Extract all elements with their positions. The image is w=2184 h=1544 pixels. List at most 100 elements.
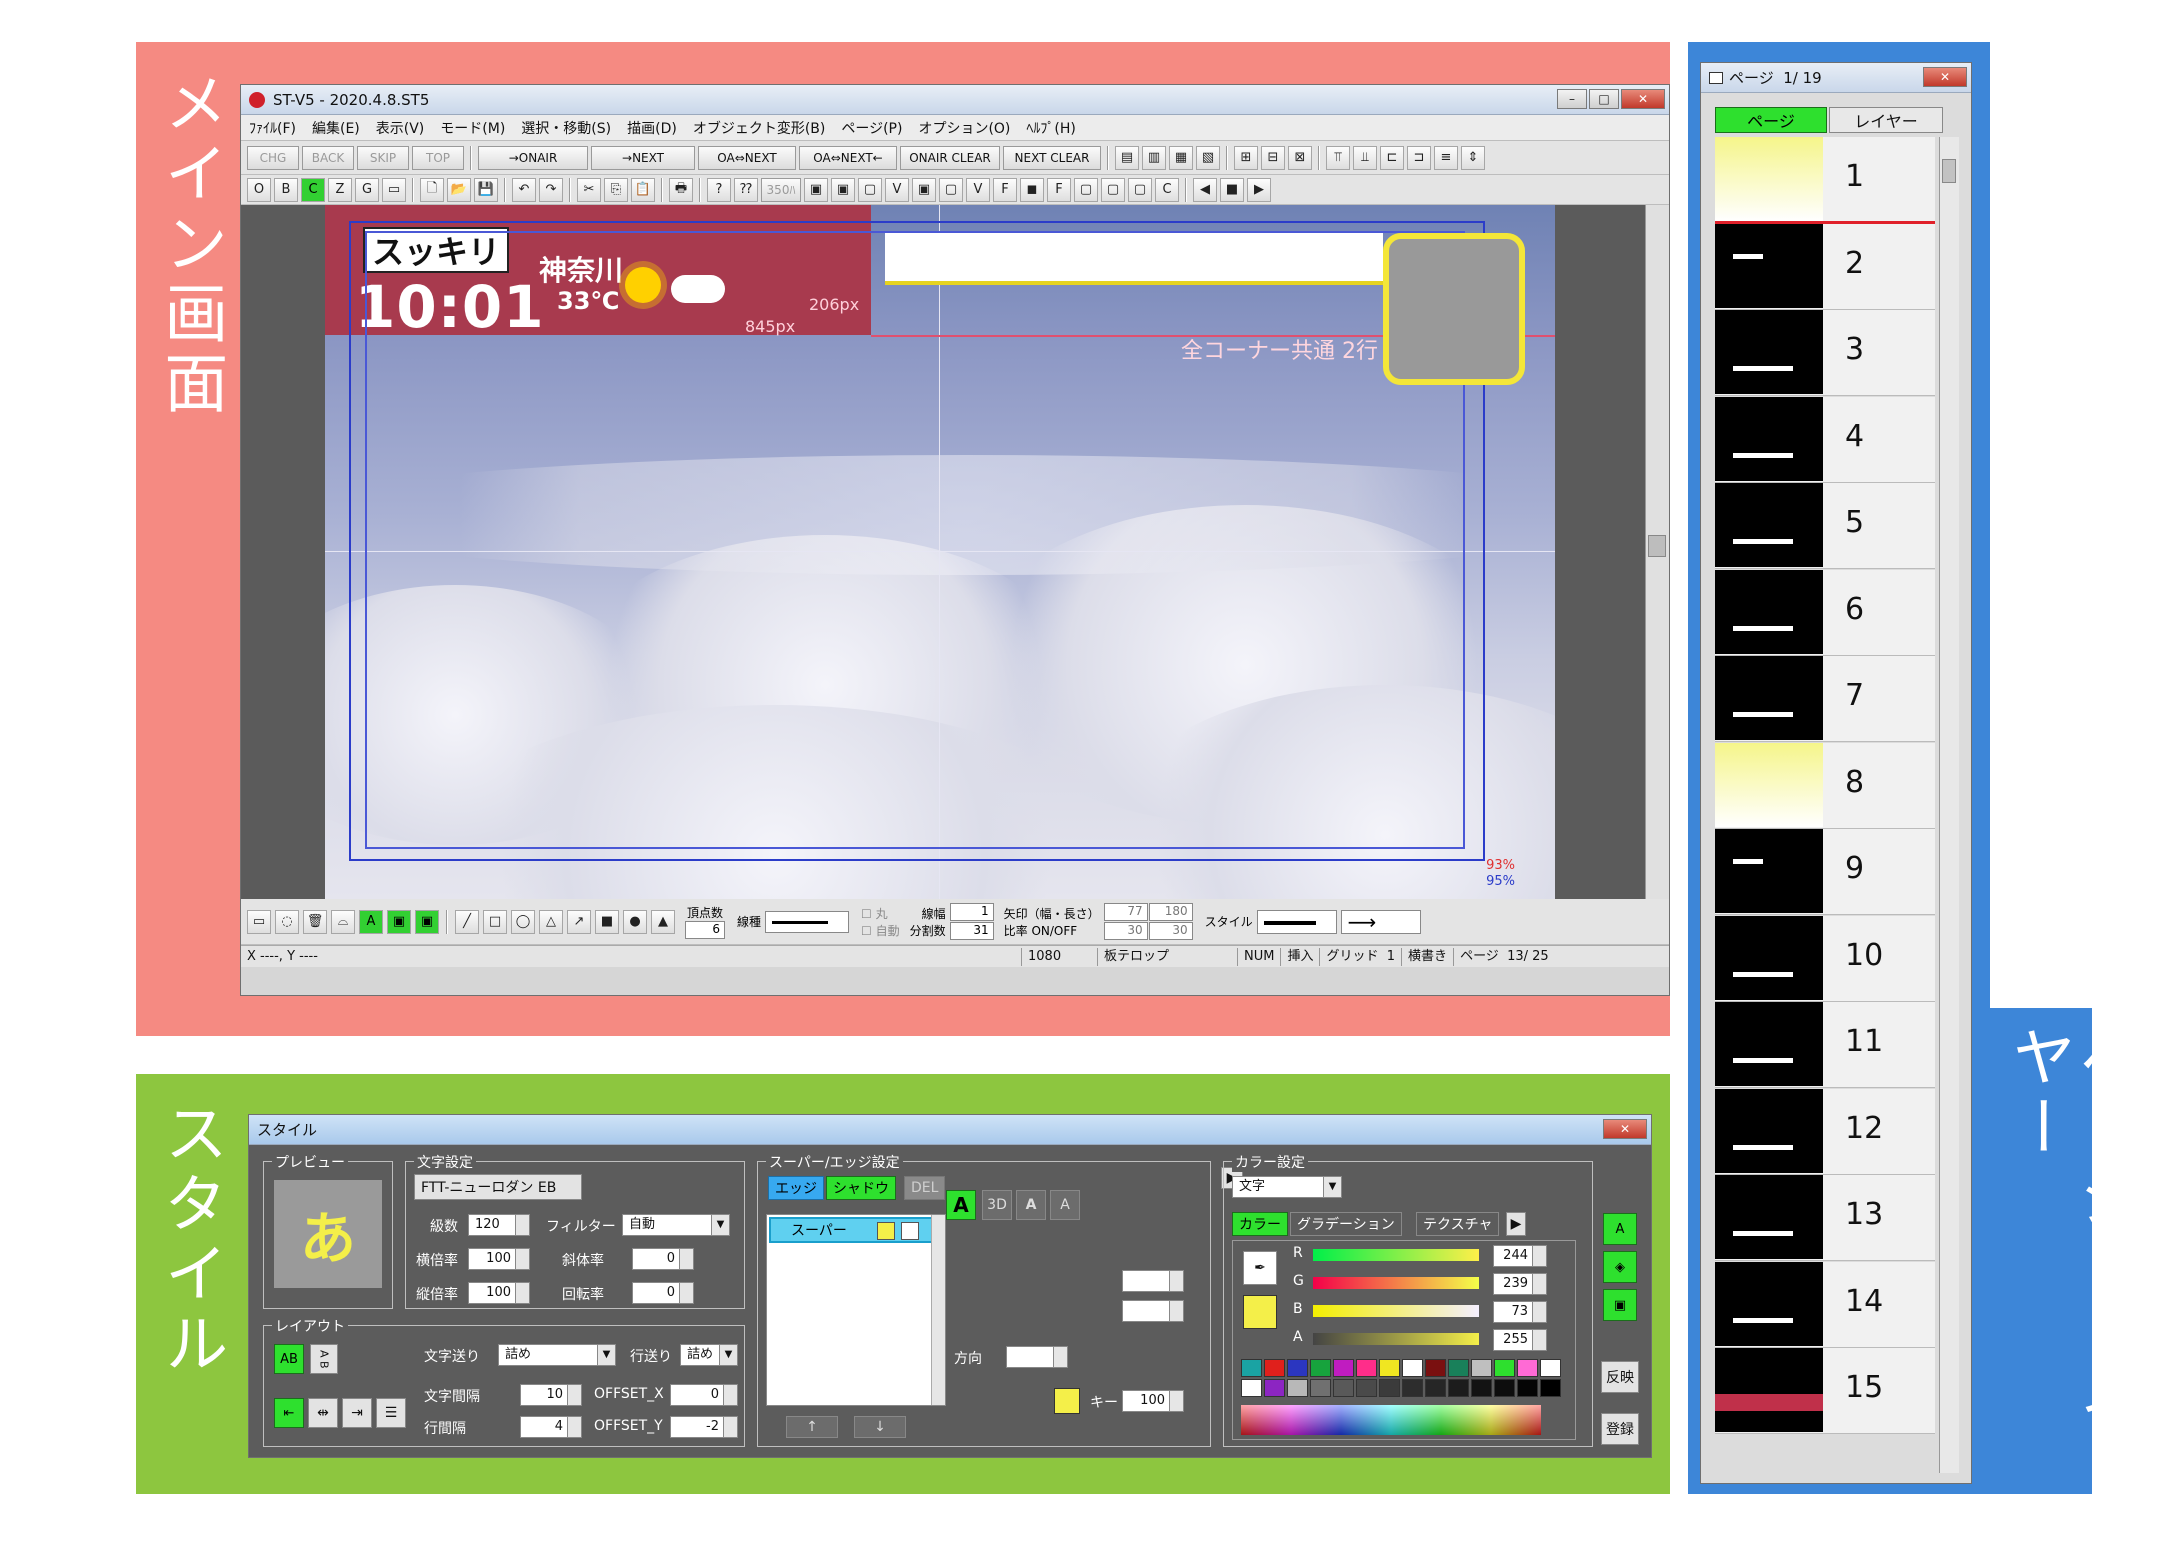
back-button[interactable]: BACK	[302, 145, 354, 170]
color-swatch[interactable]	[1241, 1359, 1262, 1377]
new-file-icon[interactable]: 🗋	[420, 177, 444, 202]
color-swatch[interactable]	[1287, 1359, 1308, 1377]
white-title-bar[interactable]	[885, 233, 1383, 285]
lasso-icon[interactable]: ◌	[275, 909, 299, 934]
menu-mode[interactable]: モード(M)	[440, 118, 505, 138]
menu-select-move[interactable]: 選択・移動(S)	[521, 118, 611, 138]
page-row[interactable]: 1	[1715, 137, 1935, 224]
char-gap-spinner[interactable]	[567, 1385, 581, 1405]
mode-b-button[interactable]: B	[274, 177, 298, 202]
page-row[interactable]: 4	[1715, 396, 1935, 483]
delete-tab[interactable]: DEL	[904, 1176, 946, 1200]
image-tool-2-icon[interactable]: ▣	[415, 909, 439, 934]
vpng-icon[interactable]: V	[885, 177, 909, 202]
color-swatch[interactable]	[1356, 1359, 1377, 1377]
outline-a-icon[interactable]: A	[1050, 1190, 1080, 1220]
g-slider[interactable]	[1313, 1277, 1479, 1289]
fan-icon[interactable]: ⌓	[331, 909, 355, 934]
next-clear-button[interactable]: NEXT CLEAR	[1003, 145, 1101, 170]
oa-next-swap-button[interactable]: OA⇔NEXT	[698, 145, 796, 170]
hscale-spinner[interactable]	[515, 1249, 529, 1269]
g-spinner[interactable]	[1532, 1274, 1546, 1294]
style-line-select[interactable]	[1256, 909, 1337, 934]
line-width-input[interactable]: 1	[949, 903, 994, 921]
save-icon[interactable]: 💾	[474, 177, 498, 202]
style-titlebar[interactable]: スタイル ✕	[249, 1115, 1651, 1145]
vscale-input[interactable]: 100	[468, 1282, 530, 1304]
direction-spinner[interactable]	[1053, 1347, 1067, 1367]
menu-edit[interactable]: 編集(E)	[312, 118, 360, 138]
key-lock-icon[interactable]	[1054, 1388, 1080, 1414]
shape-style-tool-icon[interactable]: ◈	[1603, 1251, 1637, 1283]
offset-y-spinner[interactable]	[723, 1417, 737, 1437]
menu-file[interactable]: ﾌｧｲﾙ(F)	[249, 118, 296, 138]
a-input[interactable]: 255	[1493, 1329, 1547, 1351]
edge-width-spinner[interactable]	[1169, 1271, 1183, 1291]
ratio-b-input[interactable]: 30	[1148, 922, 1193, 940]
color-spectrum[interactable]	[1241, 1405, 1541, 1435]
split-input[interactable]: 31	[949, 922, 994, 940]
page-row[interactable]: 6	[1715, 569, 1935, 656]
color-swatch[interactable]	[1540, 1359, 1561, 1377]
align-top-icon[interactable]: ⫪	[1326, 145, 1350, 170]
r-spinner[interactable]	[1532, 1246, 1546, 1266]
onair-button[interactable]: →ONAIR	[478, 145, 588, 170]
export-2-icon[interactable]: ▢	[939, 177, 963, 202]
line-gap-input[interactable]: 4	[520, 1416, 582, 1438]
text-style-tool-icon[interactable]: A	[1603, 1213, 1637, 1245]
super-list-scrollbar[interactable]	[931, 1215, 945, 1405]
select-rect-icon[interactable]: ▭	[382, 177, 406, 202]
auto-checkbox[interactable]: ☐ 自動	[861, 922, 900, 939]
color-swatch[interactable]	[1310, 1379, 1331, 1397]
menu-object-transform[interactable]: オブジェクト変形(B)	[693, 118, 826, 138]
color-swatch[interactable]	[1241, 1379, 1262, 1397]
edge-width-input[interactable]	[1122, 1270, 1184, 1292]
bold-a-icon[interactable]: A	[1016, 1190, 1046, 1220]
apply-button[interactable]: 反映	[1601, 1361, 1639, 1393]
align-center-icon[interactable]: ⊟	[1261, 145, 1285, 170]
cgbg-ftp-icon[interactable]: F	[1047, 177, 1071, 202]
context-help-icon[interactable]: ⁇	[734, 177, 758, 202]
char-gap-input[interactable]: 10	[520, 1384, 582, 1406]
page-row[interactable]: 2	[1715, 223, 1935, 310]
super-color-swatch[interactable]	[877, 1222, 895, 1240]
vpng-ftp-icon[interactable]: F	[993, 177, 1017, 202]
3d-a-icon[interactable]: 3D	[982, 1190, 1012, 1220]
filled-ellipse-tool-icon[interactable]: ●	[623, 909, 647, 934]
eyedropper-icon[interactable]: ✒	[1243, 1251, 1277, 1285]
r-input[interactable]: 244	[1493, 1245, 1547, 1267]
super-list[interactable]: スーパー	[766, 1214, 946, 1406]
filled-triangle-tool-icon[interactable]: ▲	[651, 909, 675, 934]
prev-page-icon[interactable]: ◀	[1193, 177, 1217, 202]
distribute-icon[interactable]: ≡	[1434, 145, 1458, 170]
cut-icon[interactable]: ✂	[577, 177, 601, 202]
r-slider[interactable]	[1313, 1249, 1479, 1261]
redo-icon[interactable]: ↷	[539, 177, 563, 202]
page-row[interactable]: 10	[1715, 915, 1935, 1002]
move-down-button[interactable]: ↓	[854, 1416, 906, 1438]
hscale-input[interactable]: 100	[468, 1248, 530, 1270]
page-paste-icon[interactable]: ▦	[1169, 145, 1193, 170]
key-input[interactable]: 100	[1122, 1390, 1184, 1412]
align-center-button[interactable]: ⇹	[308, 1398, 338, 1428]
color-swatch[interactable]	[1471, 1359, 1492, 1377]
color-target-select[interactable]: 文字 ▼	[1232, 1176, 1342, 1198]
page-row[interactable]: 13	[1715, 1175, 1935, 1261]
oa-next-back-button[interactable]: OA⇔NEXT←	[799, 145, 897, 170]
print-icon[interactable]: 🖶	[669, 177, 693, 202]
edge-a-icon[interactable]: A	[946, 1190, 976, 1220]
color-swatch[interactable]	[1333, 1359, 1354, 1377]
font-select-button[interactable]: FTT-ニューロダン EB	[414, 1174, 582, 1200]
key-spinner[interactable]	[1169, 1391, 1183, 1411]
open-folder-icon[interactable]: 📂	[447, 177, 471, 202]
chg-button[interactable]: CHG	[247, 145, 299, 170]
char-feed-dropdown-icon[interactable]: ▼	[597, 1345, 615, 1365]
page-multi-icon[interactable]: ▧	[1196, 145, 1220, 170]
color-swatch[interactable]	[1333, 1379, 1354, 1397]
copy-icon[interactable]: ⎘	[604, 177, 628, 202]
rotate-spinner[interactable]	[679, 1283, 693, 1303]
color-swatch[interactable]	[1517, 1359, 1538, 1377]
a-spinner[interactable]	[1532, 1330, 1546, 1350]
image-style-tool-icon[interactable]: ▣	[1603, 1289, 1637, 1321]
color-swatch[interactable]	[1448, 1359, 1469, 1377]
